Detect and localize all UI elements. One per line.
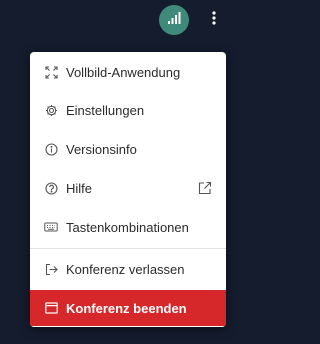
menu-item-version-info[interactable]: Versionsinfo <box>30 130 226 168</box>
menu-item-label: Vollbild-Anwendung <box>66 64 181 80</box>
menu-item-keyboard-shortcuts[interactable]: Tastenkombinationen <box>30 208 226 246</box>
help-icon <box>44 181 58 195</box>
fullscreen-icon <box>44 65 58 79</box>
menu-item-label: Versionsinfo <box>66 141 137 157</box>
menu-item-label: Konferenz verlassen <box>66 261 185 277</box>
keyboard-icon <box>44 220 58 234</box>
signal-bars-icon <box>167 11 181 30</box>
menu-item-fullscreen[interactable]: Vollbild-Anwendung <box>30 53 226 91</box>
menu-item-label: Tastenkombinationen <box>66 219 189 235</box>
menu-item-end-conference[interactable]: Konferenz beenden <box>30 290 226 326</box>
window-icon <box>44 301 58 315</box>
leave-icon <box>44 262 58 276</box>
info-icon <box>44 142 58 156</box>
menu-item-leave-conference[interactable]: Konferenz verlassen <box>30 250 226 288</box>
external-link-icon <box>198 181 212 195</box>
menu-divider <box>30 248 226 249</box>
menu-item-label: Einstellungen <box>66 102 145 118</box>
more-options-button[interactable] <box>208 8 220 32</box>
menu-item-label: Konferenz beenden <box>66 300 187 316</box>
connection-status-button[interactable] <box>159 5 189 35</box>
menu-item-help[interactable]: Hilfe <box>30 169 226 207</box>
overflow-menu: Vollbild-Anwendung Einstellungen Version… <box>30 52 226 327</box>
gear-icon <box>44 103 58 117</box>
menu-item-settings[interactable]: Einstellungen <box>30 91 226 129</box>
menu-item-label: Hilfe <box>66 180 93 196</box>
more-vertical-icon <box>212 10 216 30</box>
